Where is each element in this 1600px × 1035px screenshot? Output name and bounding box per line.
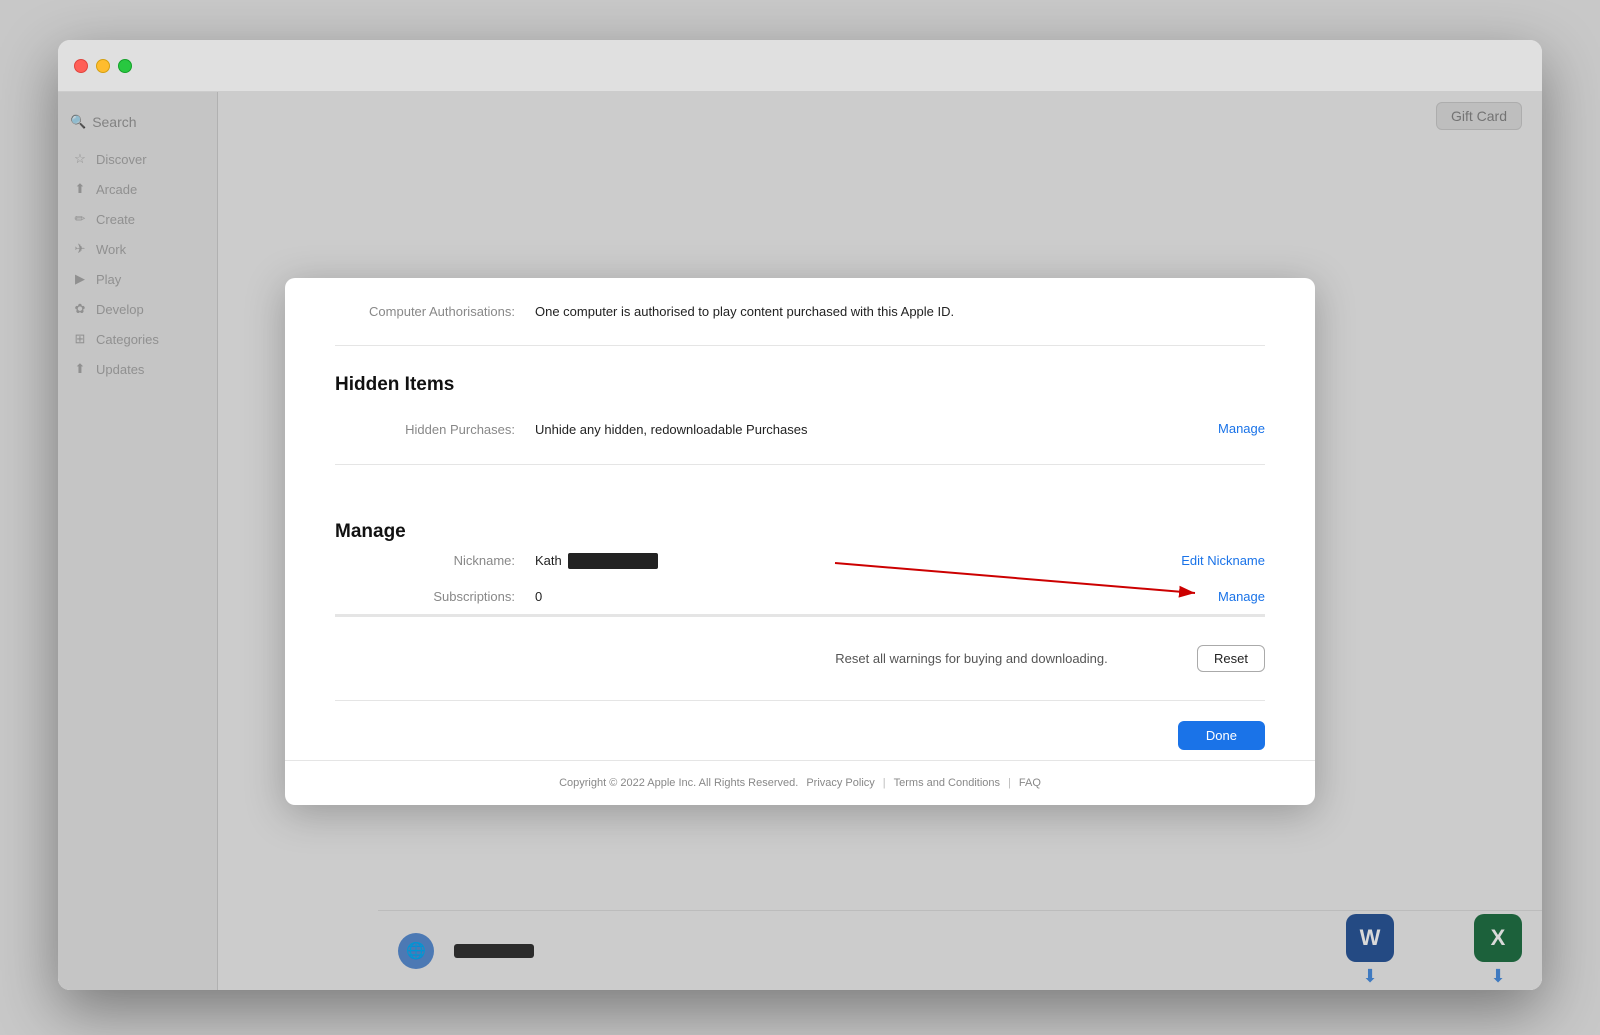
subscriptions-label: Subscriptions: [335,589,535,604]
account-modal: Computer Authorisations: One computer is… [285,278,1315,805]
footer-sep1: | [883,777,886,789]
computer-auth-row: Computer Authorisations: One computer is… [335,278,1265,347]
hidden-items-header: Hidden Items [335,346,1265,396]
subscriptions-manage-link[interactable]: Manage [1218,589,1265,604]
app-window: 🔍 Search ☆ Discover ⬆ Arcade ✏ Create ✈ … [58,40,1542,990]
nickname-prefix: Kath [535,553,562,568]
done-row: Done [335,701,1265,760]
footer-faq-link[interactable]: FAQ [1019,777,1041,789]
nickname-redacted-block [568,553,658,569]
footer-terms-link[interactable]: Terms and Conditions [894,777,1000,789]
reset-button[interactable]: Reset [1197,645,1265,672]
close-button[interactable] [74,59,88,73]
nickname-label: Nickname: [335,553,535,568]
reset-row: Reset all warnings for buying and downlo… [335,617,1265,701]
maximize-button[interactable] [118,59,132,73]
reset-text: Reset all warnings for buying and downlo… [766,651,1177,666]
done-button[interactable]: Done [1178,721,1265,750]
hidden-purchases-action: Manage [1125,420,1265,438]
computer-auth-label: Computer Authorisations: [335,302,535,319]
manage-header: Manage [335,493,1265,543]
titlebar [58,40,1542,92]
computer-auth-text: One computer is authorised to play conte… [535,302,1265,322]
minimize-button[interactable] [96,59,110,73]
hidden-purchases-label: Hidden Purchases: [335,420,535,437]
modal-overlay: Computer Authorisations: One computer is… [58,92,1542,990]
footer-copyright: Copyright © 2022 Apple Inc. All Rights R… [559,777,798,789]
footer-sep2: | [1008,777,1011,789]
modal-body: Computer Authorisations: One computer is… [285,278,1315,760]
footer-privacy-link[interactable]: Privacy Policy [806,777,874,789]
hidden-purchases-row: Hidden Purchases: Unhide any hidden, red… [335,396,1265,465]
hidden-purchases-manage-link[interactable]: Manage [1218,421,1265,436]
nickname-row: Nickname: Kath Edit Nickname [335,543,1265,579]
subscriptions-row: Subscriptions: 0 Manage [335,579,1265,615]
subscriptions-value: 0 [535,589,542,604]
edit-nickname-link[interactable]: Edit Nickname [1181,553,1265,568]
nickname-section: Nickname: Kath Edit Nickname [335,543,1265,616]
hidden-items-section: Hidden Items Hidden Purchases: Unhide an… [335,346,1265,465]
manage-rows: Nickname: Kath Edit Nickname [335,543,1265,617]
modal-footer: Copyright © 2022 Apple Inc. All Rights R… [285,760,1315,805]
hidden-purchases-text: Unhide any hidden, redownloadable Purcha… [535,420,1125,440]
manage-section: Manage Nickname: Kath Edit [335,465,1265,617]
nickname-value: Kath [535,553,658,569]
